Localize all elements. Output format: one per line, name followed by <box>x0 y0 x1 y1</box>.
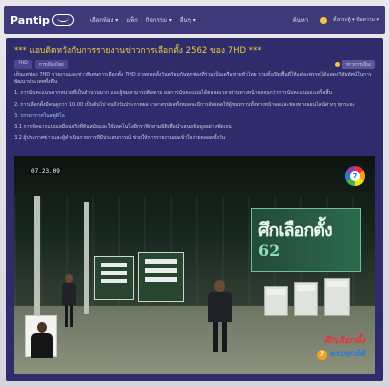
post-tags: 7HD การเมืองไทย <box>14 60 68 69</box>
nav-link-tags[interactable]: แท็ก <box>126 15 137 25</box>
channel-number: 7 <box>350 171 360 181</box>
broadcast-image[interactable]: 07.23.09 7 ศึกเลือกตั้ง 62 ศึกเลือกตั้ง … <box>14 156 375 374</box>
notification-bell-icon[interactable] <box>320 16 328 24</box>
post-category: ข่าวการเมือง <box>334 60 375 69</box>
studio-pillar <box>34 196 40 316</box>
post-paragraph: เห็นแต่ช่อง 7HD รายงานและข่าวพิเศษการเลื… <box>14 72 372 86</box>
vote-booth <box>294 282 318 316</box>
vote-board <box>138 252 184 302</box>
category-dot-icon <box>334 62 340 67</box>
tag-item[interactable]: 7HD <box>14 60 32 69</box>
tag-item[interactable]: การเมืองไทย <box>34 60 68 69</box>
program-logo: ศึกเลือกตั้ง 7 ครบทุกมิติ <box>316 333 365 360</box>
program-logo-line1: ศึกเลือกตั้ง <box>324 336 365 346</box>
studio-wall-sign: ศึกเลือกตั้ง 62 <box>251 208 361 272</box>
post-panel: *** แอบติดหวังกับการรายงานข่าวการเลือกตั… <box>6 38 383 381</box>
vote-booth <box>264 286 288 316</box>
nav-links: เลือกห้อง ▾ แท็ก กิจกรรม ▾ อื่นๆ ▾ <box>90 15 196 25</box>
program-logo-line2: 7 ครบทุกมิติ <box>316 347 365 360</box>
page-background: Pantip เลือกห้อง ▾ แท็ก กิจกรรม ▾ อื่นๆ … <box>0 0 389 387</box>
post-paragraph: 1. การนับคะแนนจากหน่วยที่เป็นจำนวนมาก แล… <box>14 90 332 97</box>
nav-link-rooms[interactable]: เลือกห้อง ▾ <box>90 15 118 25</box>
studio-pillar <box>84 202 89 314</box>
post-paragraph: 3.2 ผู้ประกาศข่าวและผู้ดำเนินรายการที่มี… <box>14 135 226 142</box>
wall-sign-line2: 62 <box>258 241 281 260</box>
brand-name: Pantip <box>10 13 50 27</box>
post-body: เห็นแต่ช่อง 7HD รายงานและข่าวพิเศษการเลื… <box>14 72 375 146</box>
broadcast-timestamp: 07.23.09 <box>29 168 62 175</box>
post-paragraph: 3.1 การจัดฉากแบบเสมือนจริงที่ทันสมัยและใ… <box>14 124 232 131</box>
vote-booth <box>324 278 350 316</box>
nav-search[interactable]: ค้นหา <box>293 15 308 25</box>
vote-board <box>94 256 134 300</box>
brand-logo[interactable]: Pantip <box>10 14 74 27</box>
nav-user-menu[interactable]: ตั้งกระทู้ ▾ ข้อความ ▾ <box>333 16 379 24</box>
nav-link-activities[interactable]: กิจกรรม ▾ <box>146 15 172 25</box>
nav-link-more[interactable]: อื่นๆ ▾ <box>180 15 196 25</box>
sign-language-interpreter <box>25 315 57 358</box>
top-navbar: Pantip เลือกห้อง ▾ แท็ก กิจกรรม ▾ อื่นๆ … <box>4 6 385 34</box>
wall-sign-line1: ศึกเลือกตั้ง <box>258 220 333 241</box>
program-logo-badge-icon: 7 <box>316 350 327 360</box>
post-paragraph: 3. บรรยากาศในสตูดิโอ <box>14 112 65 119</box>
post-paragraph: 2. การเลือกตั้งมีคนดูกว่า 10.00 เป็นต้นไ… <box>14 101 355 108</box>
pantip-logo-icon <box>51 14 74 26</box>
category-tag[interactable]: ข่าวการเมือง <box>341 60 375 69</box>
post-title: *** แอบติดหวังกับการรายงานข่าวการเลือกตั… <box>14 46 262 56</box>
